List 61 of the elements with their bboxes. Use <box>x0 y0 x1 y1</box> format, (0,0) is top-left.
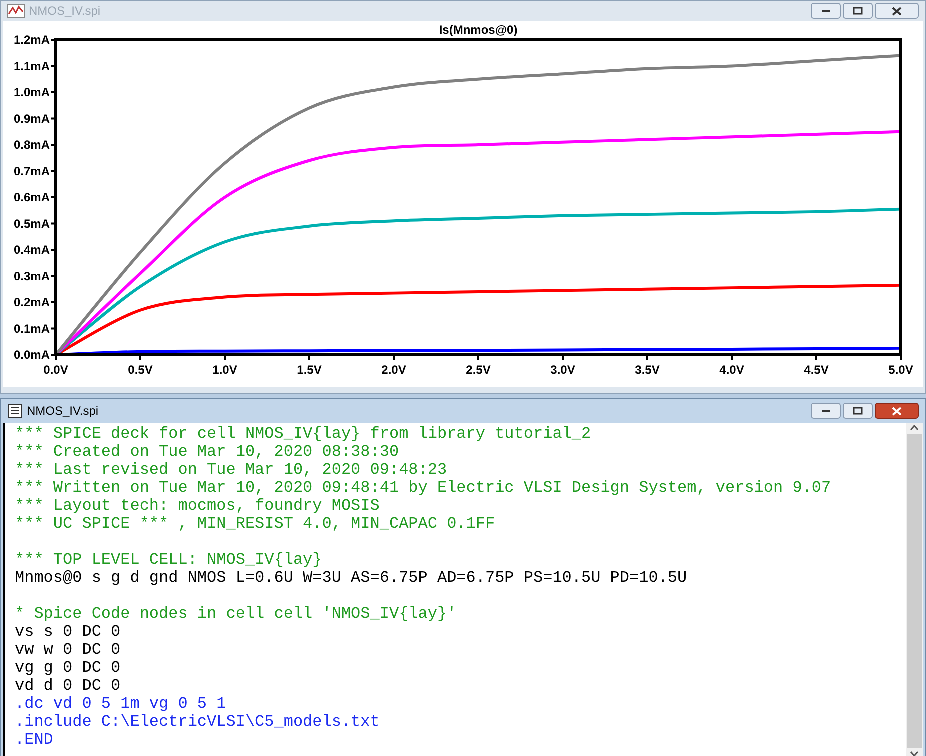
code-line: *** Layout tech: mocmos, foundry MOSIS <box>15 497 380 515</box>
restore-icon <box>853 7 863 15</box>
y-tick-label: 0.1mA <box>14 322 50 336</box>
close-icon <box>892 406 902 416</box>
code-line: Mnmos@0 s g d gnd NMOS L=0.6U W=3U AS=6.75P AD=6.75P PS=10.5U PD=10.5U <box>15 569 688 587</box>
x-tick-label: 1.0V <box>212 363 238 377</box>
x-tick-label: 5.0V <box>888 363 914 377</box>
close-button[interactable] <box>875 3 919 19</box>
y-tick-label: 1.0mA <box>14 86 50 100</box>
y-tick-label: 0.5mA <box>14 216 50 231</box>
code-line: *** TOP LEVEL CELL: NMOS_IV{lay} <box>15 551 322 569</box>
code-line: vs s 0 DC 0 <box>15 623 121 641</box>
code-line: vg g 0 DC 0 <box>15 659 121 677</box>
y-tick-label: 0.0mA <box>14 348 50 362</box>
code-line: .END <box>15 731 54 749</box>
close-button[interactable] <box>875 403 919 419</box>
code-line: * Spice Code nodes in cell cell 'NMOS_IV{lay}' <box>15 605 457 623</box>
minimize-icon <box>821 9 831 13</box>
y-tick-label: 1.2mA <box>14 33 50 47</box>
code-line: *** Last revised on Tue Mar 10, 2020 09:48:23 <box>15 461 448 479</box>
vertical-scrollbar[interactable] <box>906 423 923 756</box>
x-tick-label: 2.5V <box>466 363 491 377</box>
y-tick-label: 0.6mA <box>14 190 50 204</box>
x-tick-label: 3.5V <box>635 363 660 377</box>
y-tick-label: 0.8mA <box>14 138 50 152</box>
y-tick-label: 0.2mA <box>14 296 50 310</box>
y-tick-label: 0.3mA <box>14 269 50 284</box>
x-tick-label: 0.5V <box>128 363 153 377</box>
restore-button[interactable] <box>843 3 873 19</box>
x-tick-label: 3.0V <box>550 363 576 377</box>
x-tick-label: 1.5V <box>297 363 322 377</box>
close-icon <box>892 6 902 16</box>
waveform-icon <box>7 4 25 18</box>
window-title: NMOS_IV.spi <box>29 3 101 20</box>
scroll-up-icon[interactable] <box>910 425 919 431</box>
x-tick-label: 4.5V <box>804 363 829 377</box>
y-tick-label: 1.1mA <box>14 59 50 74</box>
y-tick-label: 0.4mA <box>14 243 50 257</box>
scrollbar-thumb[interactable] <box>907 434 922 748</box>
code-line: .include C:\ElectricVLSI\C5_models.txt <box>15 713 380 731</box>
code-line: vw w 0 DC 0 <box>15 641 121 659</box>
restore-button[interactable] <box>843 403 873 419</box>
code-line: *** SPICE deck for cell NMOS_IV{lay} from library tutorial_2 <box>15 425 592 443</box>
document-icon <box>7 403 23 419</box>
minimize-button[interactable] <box>811 403 841 419</box>
x-tick-label: 4.0V <box>720 363 744 377</box>
scroll-down-icon[interactable] <box>910 751 919 756</box>
y-tick-label: 0.7mA <box>14 164 50 178</box>
minimize-button[interactable] <box>811 3 841 19</box>
y-tick-label: 0.9mA <box>14 112 50 126</box>
code-line: .dc vd 0 5 1m vg 0 5 1 <box>15 695 226 713</box>
chart-title: Is(Mnmos@0) <box>439 23 518 37</box>
code-line: *** Written on Tue Mar 10, 2020 09:48:41 by Electric VLSI Design System, version 9.07 <box>15 479 832 497</box>
window-title: NMOS_IV.spi <box>27 403 99 420</box>
x-tick-label: 2.0V <box>382 363 406 377</box>
code-line: *** Created on Tue Mar 10, 2020 08:38:30 <box>15 443 400 461</box>
code-line: vd d 0 DC 0 <box>15 677 121 695</box>
minimize-icon <box>821 409 831 413</box>
x-tick-label: 0.0V <box>44 363 68 377</box>
restore-icon <box>853 407 863 415</box>
code-line: *** UC SPICE *** , MIN_RESIST 4.0, MIN_CAPAC 0.1FF <box>15 515 496 533</box>
